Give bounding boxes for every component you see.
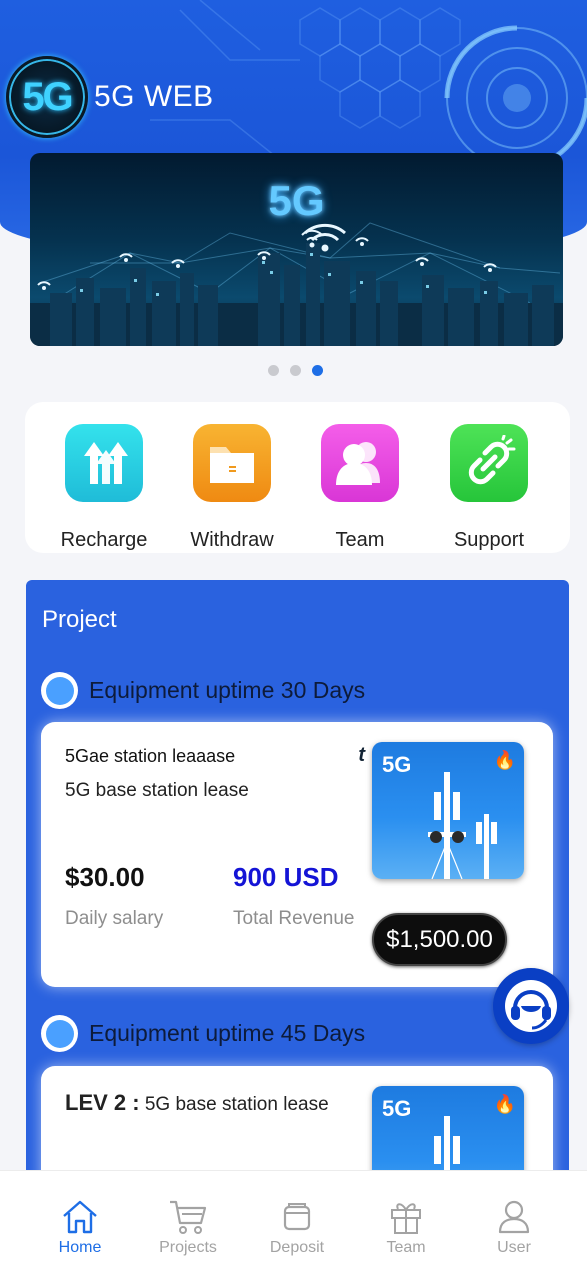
support-shortcut[interactable]: Support [429,424,549,552]
card-level: LEV 2 : [65,1090,140,1115]
nav-deposit-label: Deposit [269,1239,325,1256]
headset-icon [505,980,557,1032]
nav-home[interactable]: Home [35,1199,125,1257]
section-heading-45-days: Equipment uptime 45 Days [41,1015,365,1052]
project-title: Project [42,606,117,633]
brand: 5G 5G WEB [6,56,214,138]
customer-service-button[interactable] [493,968,569,1044]
withdraw-label: Withdraw [190,529,274,551]
card-title: LEV 2 : 5G base station lease [65,1090,329,1116]
total-revenue-label: Total Revenue [233,908,355,929]
total-revenue-value: 900 USD [233,862,339,892]
cart-icon [170,1200,207,1234]
withdraw-shortcut[interactable]: Withdraw [172,424,292,552]
recharge-shortcut[interactable]: Recharge [44,424,164,552]
gift-icon [391,1203,421,1234]
card-name: 5G base station lease [65,780,249,801]
folder-icon [193,424,271,502]
carousel-indicator [268,365,323,376]
team-label: Team [335,529,385,551]
project-card[interactable]: 5Gae station leaaase t 5G base station l… [41,722,553,987]
people-icon [321,424,399,502]
nav-user[interactable]: User [469,1199,559,1257]
brand-logo: 5G [6,56,88,138]
shortcut-panel: Recharge Withdraw Team Support [25,402,570,553]
hero-banner[interactable]: 5G [30,153,563,346]
home-icon [63,1200,97,1234]
team-shortcut[interactable]: Team [300,424,420,552]
carousel-dot[interactable] [268,365,279,376]
nav-home-label: Home [58,1239,102,1256]
price-button[interactable]: $1,500.00 [372,913,507,966]
carousel-dot-active[interactable] [312,365,323,376]
section-radio [41,1015,78,1052]
wifi-signal-icon [304,223,346,252]
nav-user-label: User [497,1239,531,1256]
wallet-icon [283,1203,311,1231]
daily-salary-label: Daily salary [65,908,164,929]
cell-tower-icon [428,772,497,879]
project-panel: Project Equipment uptime 30 Days 5Gae st… [26,580,569,1226]
recharge-label: Recharge [60,529,148,551]
card-overlay-mark: t [358,744,365,766]
daily-salary-value: $30.00 [65,862,145,892]
support-label: Support [453,529,525,551]
card-name: 5G base station lease [144,1094,329,1115]
nav-projects[interactable]: Projects [143,1199,233,1257]
upload-arrows-icon [65,424,143,502]
nav-team-label: Team [386,1239,426,1256]
nav-projects-label: Projects [159,1239,217,1256]
nav-deposit[interactable]: Deposit [252,1199,342,1257]
brand-name: 5G WEB [94,80,214,113]
section-heading-text: Equipment uptime 30 Days [89,677,366,703]
bottom-navigation: Home Projects Deposit Team User [0,1170,587,1281]
user-icon [498,1200,530,1234]
section-heading-text: Equipment uptime 45 Days [89,1020,366,1046]
base-station-thumbnail: 5G 🔥 [372,742,524,879]
card-overlay-text: 5Gae station leaaase [65,746,236,766]
link-icon [450,424,528,502]
section-radio [41,672,78,709]
nav-team[interactable]: Team [361,1199,451,1257]
section-heading-30-days: Equipment uptime 30 Days [41,672,365,709]
carousel-dot[interactable] [290,365,301,376]
